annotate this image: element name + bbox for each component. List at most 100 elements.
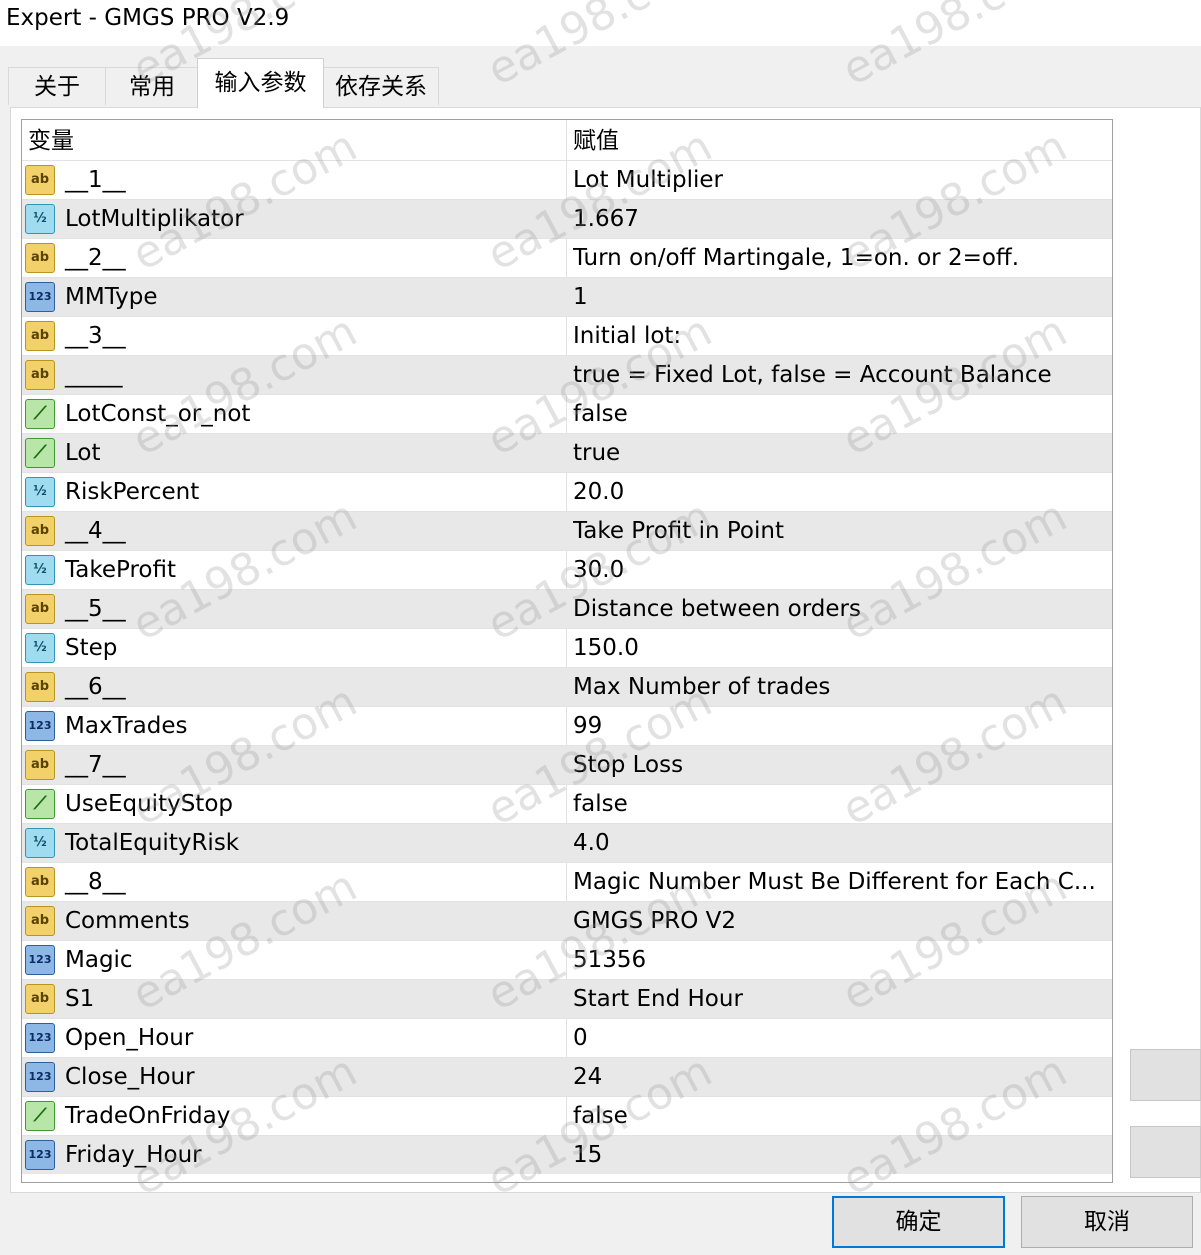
double-type-icon: ½ — [25, 477, 55, 507]
variable-value[interactable]: Magic Number Must Be Different for Each … — [573, 863, 1103, 901]
tab-dependencies[interactable]: 依存关系 — [323, 67, 439, 105]
variable-value[interactable]: 30.0 — [573, 551, 1103, 589]
table-row[interactable]: ab S1 Start End Hour — [22, 979, 1112, 1018]
variable-name: Comments — [65, 908, 190, 934]
variable-value[interactable]: Turn on/off Martingale, 1=on. or 2=off. — [573, 239, 1103, 277]
table-row[interactable]: ab __3__ Initial lot: — [22, 316, 1112, 355]
string-type-icon: ab — [25, 594, 55, 624]
bool-type-icon: ⟋ — [25, 789, 55, 819]
variable-value[interactable]: GMGS PRO V2 — [573, 902, 1103, 940]
variable-name: Open_Hour — [65, 1025, 194, 1051]
variable-value[interactable]: 1 — [573, 278, 1103, 316]
variable-value[interactable]: 24 — [573, 1058, 1103, 1096]
variable-name: RiskPercent — [65, 479, 200, 505]
variable-value[interactable]: Stop Loss — [573, 746, 1103, 784]
string-type-icon: ab — [25, 243, 55, 273]
variable-name: LotConst_or_not — [65, 401, 251, 427]
variable-name: __1__ — [65, 167, 126, 193]
variable-name: TradeOnFriday — [65, 1103, 231, 1129]
integer-type-icon: 123 — [25, 945, 55, 975]
variable-name: __3__ — [65, 323, 126, 349]
variable-value[interactable]: 99 — [573, 707, 1103, 745]
variable-value[interactable]: false — [573, 1097, 1103, 1135]
table-row[interactable]: ab __8__ Magic Number Must Be Different fo… — [22, 862, 1112, 901]
variable-name: MaxTrades — [65, 713, 188, 739]
variable-value[interactable]: 150.0 — [573, 629, 1103, 667]
integer-type-icon: 123 — [25, 1140, 55, 1170]
variable-name: __6__ — [65, 674, 126, 700]
column-header-value[interactable]: 赋值 — [573, 124, 619, 158]
table-row[interactable]: ½ TotalEquityRisk 4.0 — [22, 823, 1112, 862]
table-row[interactable]: ½ Step 150.0 — [22, 628, 1112, 667]
variable-name: TotalEquityRisk — [65, 830, 240, 856]
double-type-icon: ½ — [25, 633, 55, 663]
grid-header: 变量 赋值 — [22, 120, 1112, 160]
tab-common[interactable]: 常用 — [105, 67, 199, 105]
variable-name: _____ — [65, 362, 123, 388]
table-row[interactable]: ab __1__ Lot Multiplier — [22, 160, 1112, 199]
table-row[interactable]: 123 Magic 51356 — [22, 940, 1112, 979]
variable-value[interactable]: true — [573, 434, 1103, 472]
variable-value[interactable]: Distance between orders — [573, 590, 1103, 628]
string-type-icon: ab — [25, 867, 55, 897]
integer-type-icon: 123 — [25, 1023, 55, 1053]
tab-about[interactable]: 关于 — [8, 67, 106, 105]
string-type-icon: ab — [25, 360, 55, 390]
variable-name: LotMultiplikator — [65, 206, 244, 232]
variable-name: Lot — [65, 440, 101, 466]
variable-value[interactable]: Take Profit in Point — [573, 512, 1103, 550]
string-type-icon: ab — [25, 750, 55, 780]
table-row[interactable]: 123 Open_Hour 0 — [22, 1018, 1112, 1057]
variable-value[interactable]: 20.0 — [573, 473, 1103, 511]
table-row[interactable]: ⟋ TradeOnFriday false — [22, 1096, 1112, 1135]
double-type-icon: ½ — [25, 828, 55, 858]
variable-value[interactable]: 15 — [573, 1136, 1103, 1174]
table-row[interactable]: ½ TakeProfit 30.0 — [22, 550, 1112, 589]
variable-value[interactable]: 0 — [573, 1019, 1103, 1057]
variable-name: UseEquityStop — [65, 791, 233, 817]
variable-value[interactable]: false — [573, 395, 1103, 433]
table-row[interactable]: 123 MMType 1 — [22, 277, 1112, 316]
side-button-upper[interactable] — [1130, 1049, 1201, 1101]
table-row[interactable]: ½ LotMultiplikator 1.667 — [22, 199, 1112, 238]
integer-type-icon: 123 — [25, 282, 55, 312]
tab-strip: 关于 常用 输入参数 依存关系 — [0, 46, 1201, 108]
string-type-icon: ab — [25, 516, 55, 546]
variable-name: __8__ — [65, 869, 126, 895]
table-row[interactable]: ab __2__ Turn on/off Martingale, 1=on. or… — [22, 238, 1112, 277]
variable-value[interactable]: Initial lot: — [573, 317, 1103, 355]
variable-value[interactable]: 51356 — [573, 941, 1103, 979]
side-button-lower[interactable] — [1130, 1126, 1201, 1178]
bool-type-icon: ⟋ — [25, 1101, 55, 1131]
table-row[interactable]: ⟋ UseEquityStop false — [22, 784, 1112, 823]
variable-value[interactable]: 1.667 — [573, 200, 1103, 238]
table-row[interactable]: ab __5__ Distance between orders — [22, 589, 1112, 628]
ok-button[interactable]: 确定 — [832, 1196, 1005, 1248]
variable-name: Close_Hour — [65, 1064, 195, 1090]
table-row[interactable]: ⟋ Lot true — [22, 433, 1112, 472]
table-row[interactable]: ½ RiskPercent 20.0 — [22, 472, 1112, 511]
variable-name: __2__ — [65, 245, 126, 271]
variable-name: Friday_Hour — [65, 1142, 202, 1168]
table-row[interactable]: 123 MaxTrades 99 — [22, 706, 1112, 745]
table-row[interactable]: ⟋ LotConst_or_not false — [22, 394, 1112, 433]
variable-value[interactable]: false — [573, 785, 1103, 823]
variable-value[interactable]: 4.0 — [573, 824, 1103, 862]
table-row[interactable]: ab __6__ Max Number of trades — [22, 667, 1112, 706]
column-header-variable[interactable]: 变量 — [28, 124, 74, 158]
variable-value[interactable]: Start End Hour — [573, 980, 1103, 1018]
table-row[interactable]: ab __7__ Stop Loss — [22, 745, 1112, 784]
parameters-grid: 变量 赋值 ab __1__ Lot Multiplier ½ LotMultiplik… — [21, 119, 1113, 1183]
table-row[interactable]: ab _____ true = Fixed Lot, false = Account… — [22, 355, 1112, 394]
table-row[interactable]: ab Comments GMGS PRO V2 — [22, 901, 1112, 940]
variable-value[interactable]: Lot Multiplier — [573, 161, 1103, 199]
cancel-button[interactable]: 取消 — [1021, 1196, 1193, 1248]
variable-value[interactable]: Max Number of trades — [573, 668, 1103, 706]
string-type-icon: ab — [25, 672, 55, 702]
tab-inputs[interactable]: 输入参数 — [197, 58, 324, 108]
variable-name: __7__ — [65, 752, 126, 778]
table-row[interactable]: ab __4__ Take Profit in Point — [22, 511, 1112, 550]
table-row[interactable]: 123 Close_Hour 24 — [22, 1057, 1112, 1096]
table-row[interactable]: 123 Friday_Hour 15 — [22, 1135, 1112, 1174]
variable-value[interactable]: true = Fixed Lot, false = Account Balanc… — [573, 356, 1103, 394]
